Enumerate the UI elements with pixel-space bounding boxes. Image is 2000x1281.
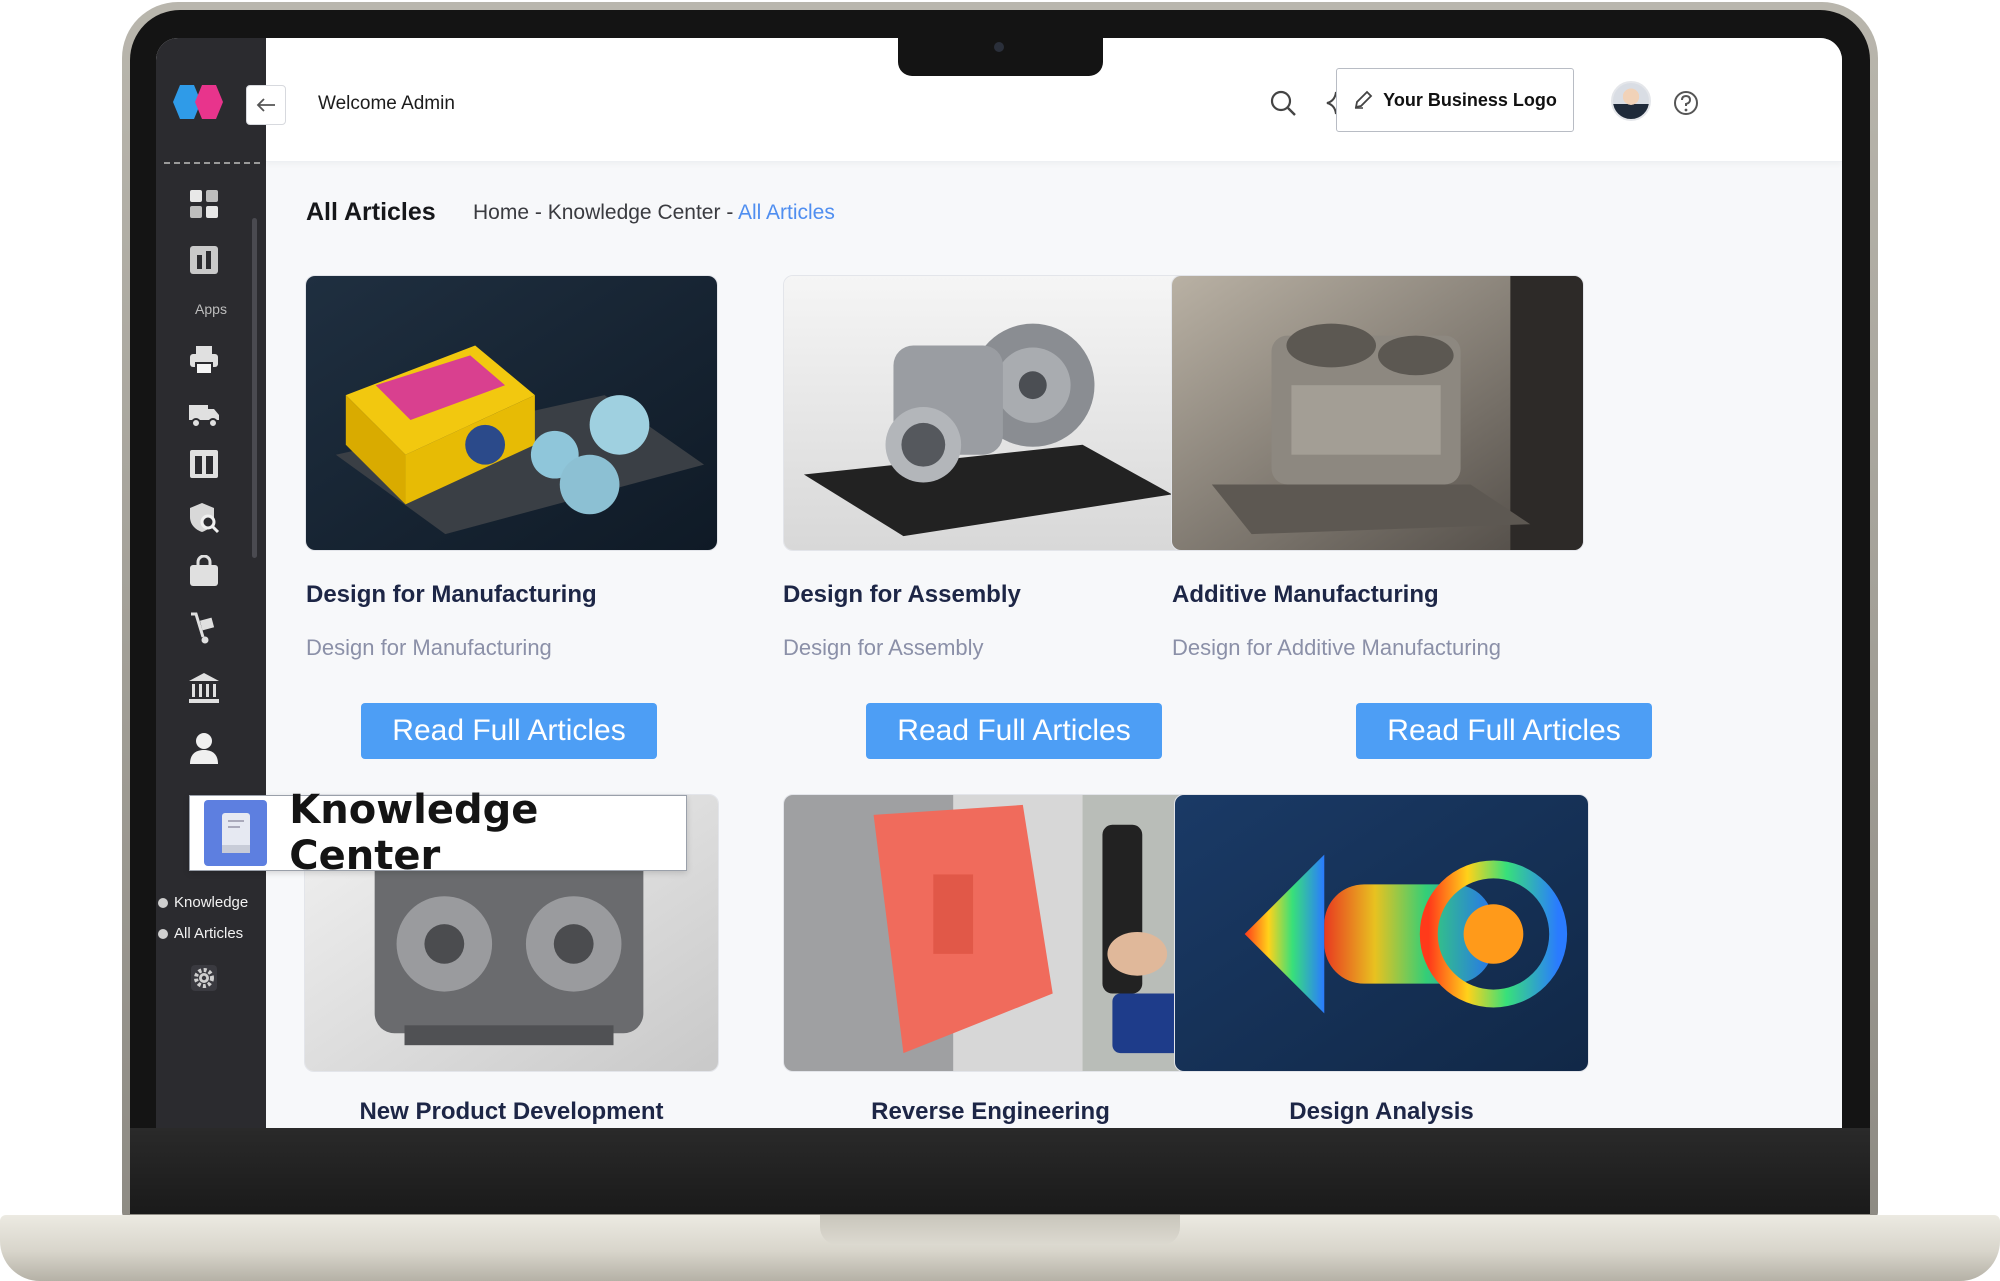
- article-image-additive[interactable]: [1171, 275, 1584, 551]
- screen: Apps Knowledge All Articles Welcome Admi…: [156, 38, 1842, 1128]
- printer-icon[interactable]: [186, 342, 222, 378]
- sidebar: Apps Knowledge All Articles: [156, 38, 266, 1128]
- article-subtitle: Design for Additive Manufacturing: [1172, 635, 1501, 660]
- business-logo-label: Your Business Logo: [1383, 89, 1557, 110]
- gear-icon[interactable]: [186, 960, 222, 996]
- article-subtitle: Design for Assembly: [783, 635, 984, 660]
- dashboard-icon[interactable]: [186, 186, 222, 222]
- article-image-design-analysis[interactable]: [1174, 794, 1589, 1072]
- camera-notch: [898, 38, 1103, 76]
- breadcrumb-current: All Articles: [738, 201, 835, 224]
- article-image-assembly[interactable]: [783, 275, 1196, 551]
- laptop-chin: [130, 1128, 1870, 1214]
- app-logo[interactable]: [172, 83, 234, 121]
- article-title[interactable]: Additive Manufacturing: [1172, 581, 1439, 609]
- sidebar-subitem-all-articles[interactable]: All Articles: [158, 925, 243, 942]
- user-icon[interactable]: [186, 730, 222, 766]
- sidebar-subitem-knowledge[interactable]: Knowledge: [158, 894, 248, 911]
- bullet-icon: [158, 928, 168, 939]
- columns-icon[interactable]: [186, 446, 222, 482]
- article-title[interactable]: Design for Assembly: [783, 581, 1021, 609]
- bullet-icon: [158, 897, 168, 908]
- avatar[interactable]: [1611, 81, 1651, 121]
- apps-label: Apps: [195, 301, 227, 317]
- camera: [994, 42, 1004, 52]
- article-title[interactable]: Reverse Engineering: [783, 1098, 1198, 1126]
- article-subtitle: Design for Manufacturing: [306, 635, 552, 660]
- breadcrumb-home[interactable]: Home: [473, 201, 529, 224]
- sidebar-divider: [164, 162, 260, 164]
- article-image-reverse-engineering[interactable]: [783, 794, 1198, 1072]
- laptop-base-notch: [820, 1215, 1180, 1245]
- article-title[interactable]: Design Analysis: [1174, 1098, 1589, 1126]
- breadcrumb-section[interactable]: Knowledge Center: [548, 201, 721, 224]
- book-icon: [204, 800, 268, 866]
- article-title[interactable]: Design for Manufacturing: [306, 581, 597, 609]
- sidebar-subitem-label: All Articles: [174, 925, 244, 942]
- read-full-articles-button[interactable]: Read Full Articles: [866, 703, 1162, 759]
- breadcrumb-separator: -: [529, 201, 548, 224]
- sidebar-subitem-label: Knowledge: [174, 894, 249, 911]
- page-title: All Articles: [306, 198, 436, 226]
- article-title[interactable]: New Product Development: [304, 1098, 719, 1126]
- help-icon[interactable]: [1669, 86, 1703, 120]
- collapse-sidebar-button[interactable]: [246, 85, 286, 125]
- article-image-manufacturing[interactable]: [305, 275, 718, 551]
- bag-icon[interactable]: [186, 554, 222, 590]
- truck-icon[interactable]: [186, 396, 222, 432]
- shield-search-icon[interactable]: [186, 500, 222, 536]
- read-full-articles-button[interactable]: Read Full Articles: [1356, 703, 1652, 759]
- search-icon[interactable]: [1266, 86, 1300, 120]
- business-logo-button[interactable]: Your Business Logo: [1336, 68, 1574, 132]
- hand-truck-icon[interactable]: [186, 610, 222, 646]
- bank-icon[interactable]: [186, 670, 222, 706]
- welcome-text: Welcome Admin: [318, 93, 455, 114]
- breadcrumb-separator: -: [720, 201, 738, 224]
- sidebar-scrollbar[interactable]: [252, 218, 257, 558]
- arrow-left-icon: [256, 98, 275, 112]
- pen-icon: [1355, 90, 1373, 109]
- knowledge-center-badge: Knowledge Center: [189, 787, 687, 879]
- read-full-articles-button[interactable]: Read Full Articles: [361, 703, 657, 759]
- breadcrumb: Home - Knowledge Center - All Articles: [473, 201, 835, 225]
- chart-icon[interactable]: [186, 242, 222, 278]
- knowledge-center-label: Knowledge Center: [289, 787, 539, 879]
